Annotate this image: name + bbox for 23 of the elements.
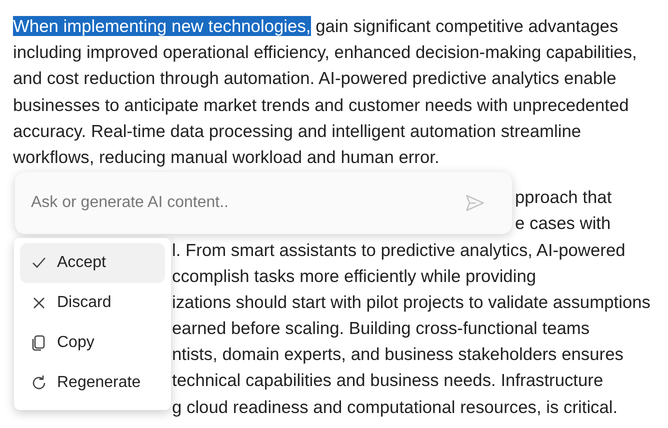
menu-item[interactable]: Copy: [20, 323, 165, 363]
text-line: businesses to anticipate market trends and customer needs with unprecedented: [13, 94, 629, 115]
send-icon[interactable]: [464, 192, 486, 214]
text-line: and cost reduction through automation. AI-powered predictive analytics enable: [13, 68, 616, 88]
text-line: workflows, reducing manual workload and human error.: [13, 146, 440, 167]
text-line: l. From smart assistants to predictive analytics, AI-powered: [172, 240, 626, 260]
prompt-field[interactable]: Ask or generate AI content..: [15, 172, 512, 234]
text-line: ntists, domain experts, and business stakeholders ensures: [172, 344, 624, 364]
menu-item[interactable]: Regenerate: [20, 363, 165, 403]
text-line: ccomplish tasks more efficiently while providing: [172, 266, 536, 286]
selected-text: When implementing new technologies,: [13, 16, 311, 36]
text-line: e cases with: [515, 213, 611, 234]
text-line: gain significant competitive advantages: [314, 16, 618, 36]
text-line: earned before scaling. Building cross-functional teams: [172, 318, 590, 338]
menu-item[interactable]: Discard: [20, 283, 165, 323]
refresh-icon: [30, 374, 48, 392]
text-line: accuracy. Real-time data processing and intelligent automation streamline: [13, 120, 582, 141]
text-line: including improved operational efficiency, enhanced decision-making capabilities,: [13, 42, 637, 62]
text-line: g cloud readiness and computational resources, is critical.: [172, 396, 618, 417]
menu-item[interactable]: Accept: [20, 243, 165, 283]
text-line: technical capabilities and business needs. Infrastructure: [172, 370, 604, 390]
text-line: izations should start with pilot projects to validate assumptions: [172, 292, 650, 312]
text-line: pproach that: [515, 187, 612, 208]
